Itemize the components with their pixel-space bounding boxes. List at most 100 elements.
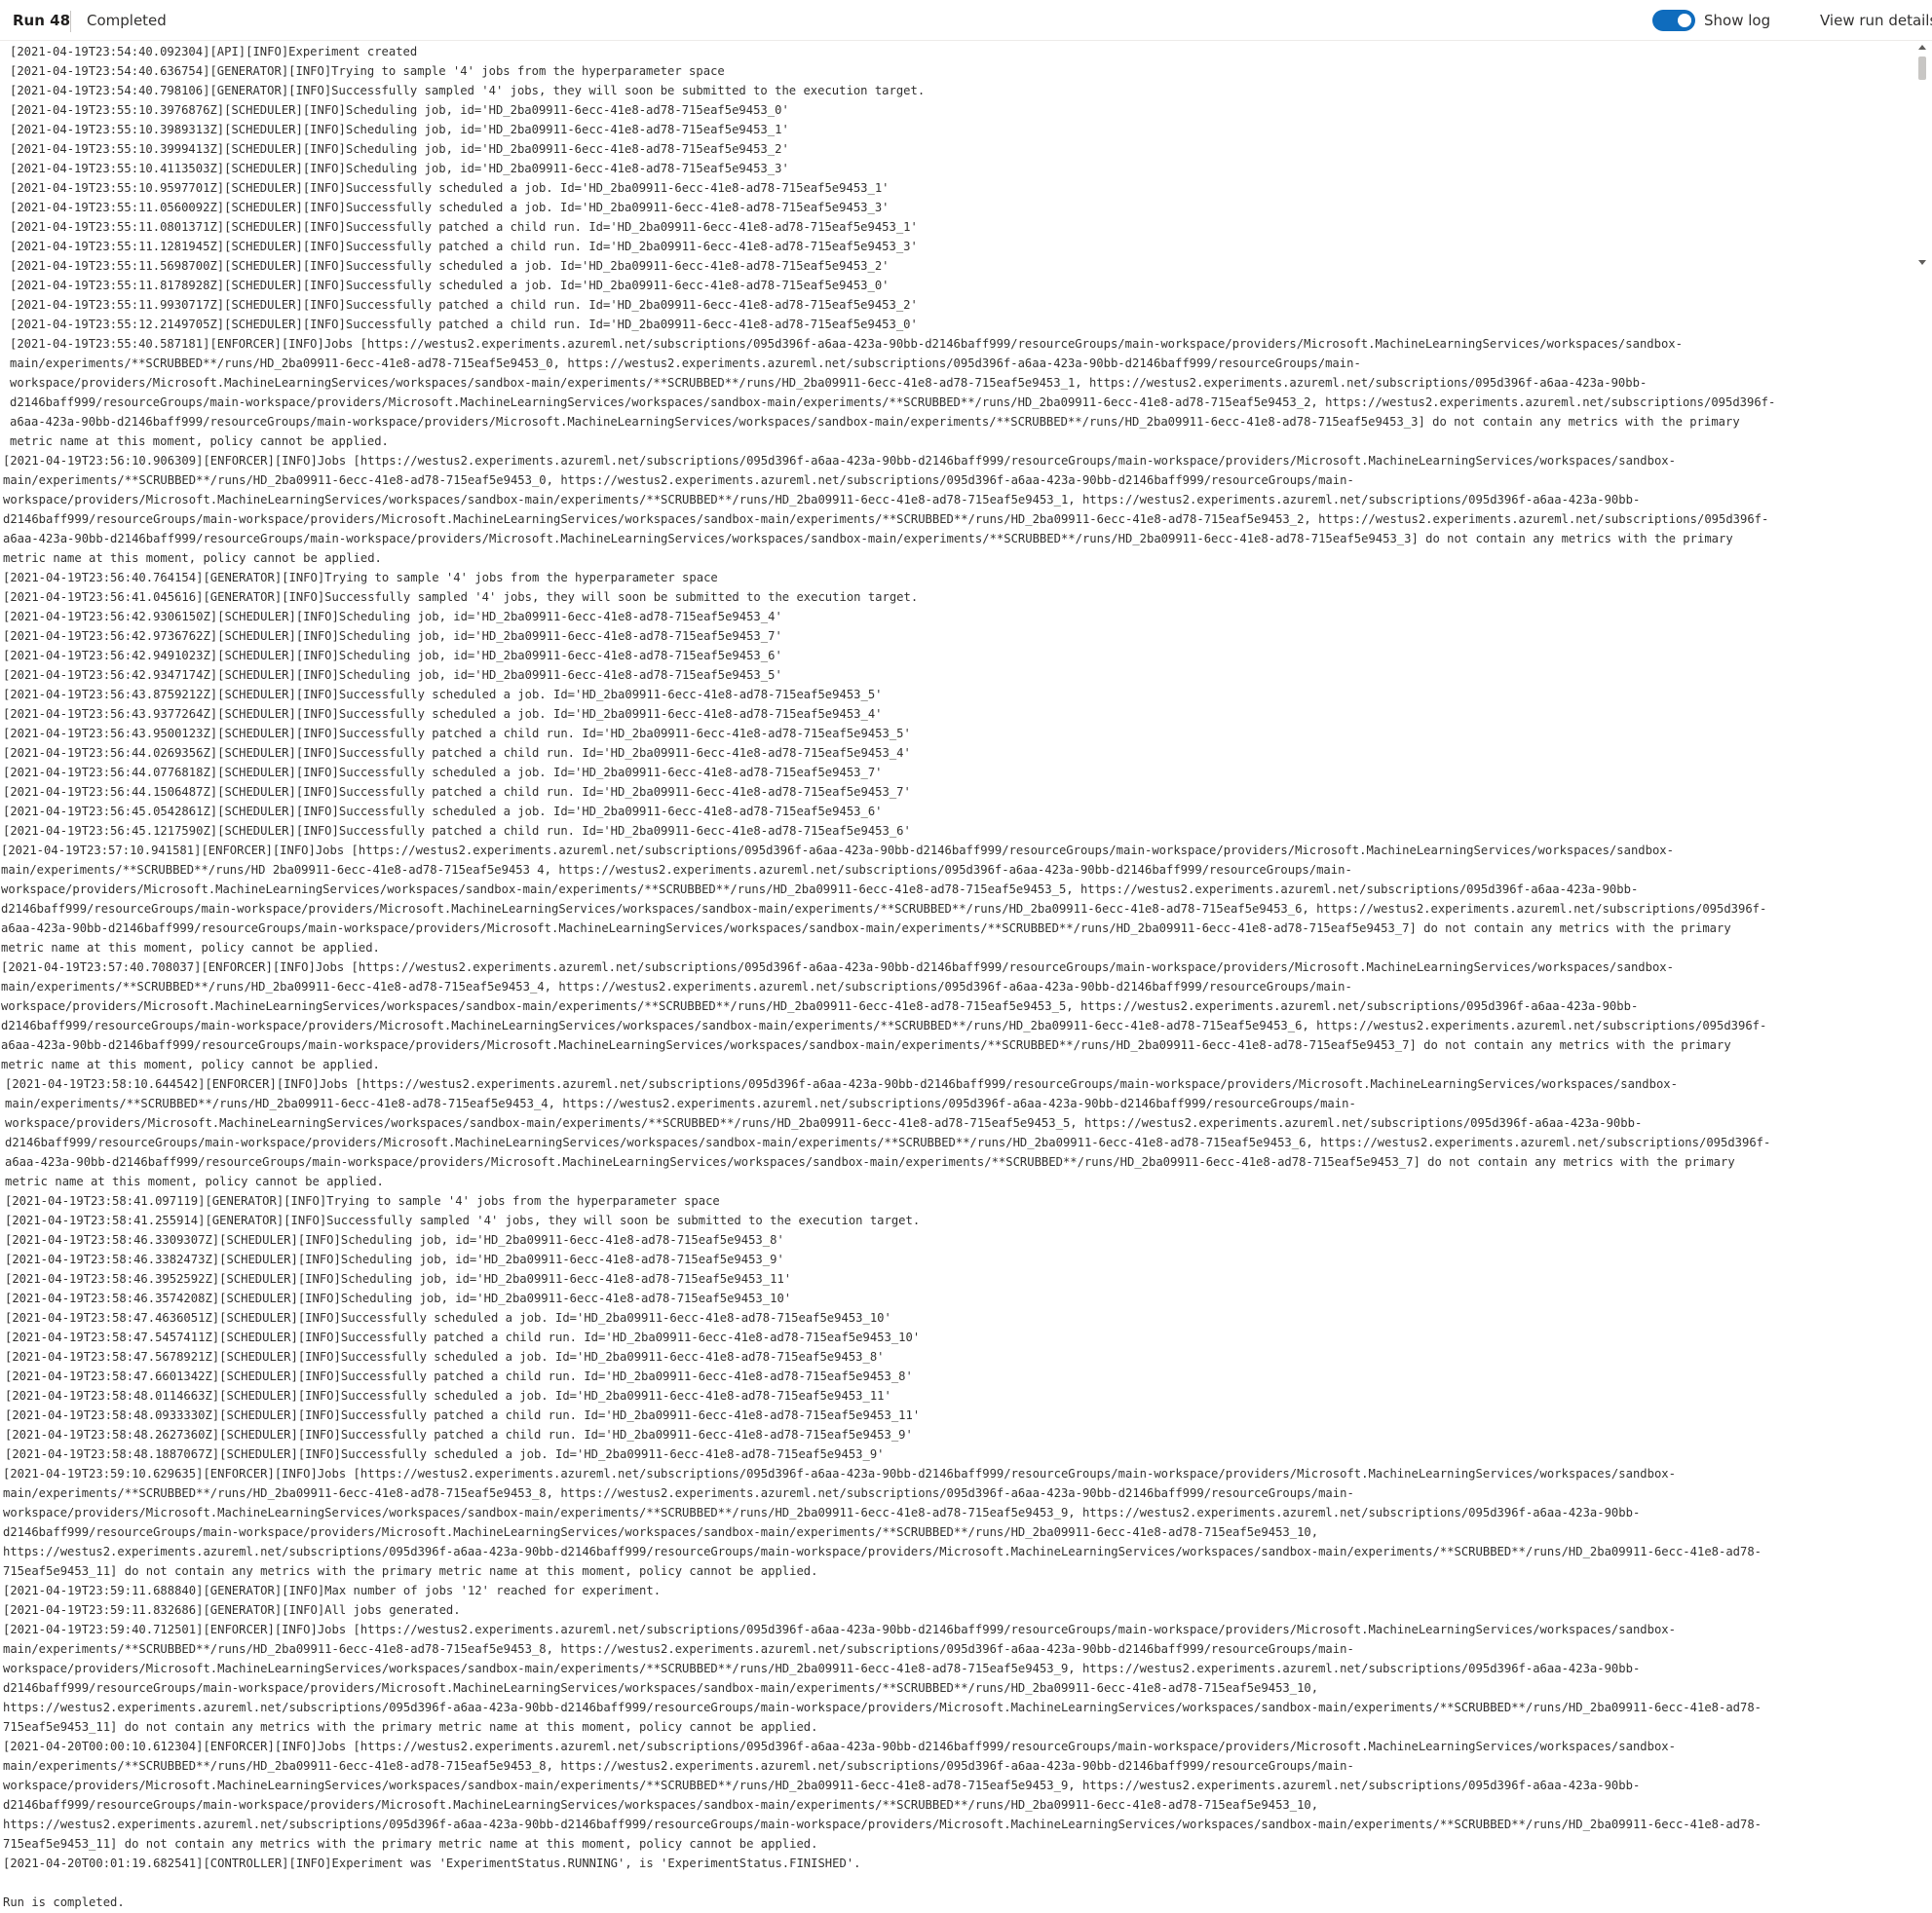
log-line: d2146baff999/resourceGroups/main-workspa… (3, 1525, 1319, 1539)
log-line: [2021-04-19T23:55:11.5698700Z][SCHEDULER… (10, 259, 890, 273)
log-line: [2021-04-19T23:57:40.708037][ENFORCER][I… (1, 960, 1674, 974)
log-line: [2021-04-19T23:56:10.906309][ENFORCER][I… (3, 454, 1676, 468)
run-title: Run 48 (13, 12, 71, 29)
log-line: [2021-04-19T23:58:46.3952592Z][SCHEDULER… (5, 1272, 792, 1286)
log-line: 715eaf5e9453_11] do not contain any metr… (3, 1720, 818, 1734)
log-line: [2021-04-19T23:54:40.636754][GENERATOR][… (10, 64, 725, 78)
log-line: [2021-04-19T23:56:41.045616][GENERATOR][… (3, 590, 919, 604)
log-line: [2021-04-19T23:56:40.764154][GENERATOR][… (3, 571, 718, 584)
show-log-label: Show log (1704, 12, 1771, 29)
log-line: [2021-04-19T23:58:47.6601342Z][SCHEDULER… (5, 1369, 913, 1383)
log-line: main/experiments/**SCRUBBED**/runs/HD_2b… (5, 1097, 1356, 1110)
log-line: [2021-04-19T23:58:48.0114663Z][SCHEDULER… (5, 1389, 891, 1403)
log-line: [2021-04-19T23:56:43.9500123Z][SCHEDULER… (3, 727, 911, 740)
log-line: [2021-04-19T23:58:10.644542][ENFORCER][I… (5, 1077, 1678, 1091)
log-line: d2146baff999/resourceGroups/main-workspa… (10, 395, 1776, 409)
log-line: [2021-04-19T23:55:11.0560092Z][SCHEDULER… (10, 201, 890, 214)
log-line: [2021-04-19T23:54:40.798106][GENERATOR][… (10, 84, 926, 97)
log-line: [2021-04-19T23:58:46.3382473Z][SCHEDULER… (5, 1253, 784, 1266)
log-line: d2146baff999/resourceGroups/main-workspa… (3, 1798, 1319, 1812)
log-panel[interactable]: [2021-04-19T23:54:40.092304][API][INFO]E… (0, 42, 1932, 1913)
log-line: https://westus2.experiments.azureml.net/… (3, 1545, 1762, 1558)
log-line: [2021-04-19T23:58:47.5457411Z][SCHEDULER… (5, 1331, 921, 1344)
toggle-knob (1678, 14, 1691, 27)
log-line: workspace/providers/Microsoft.MachineLea… (1, 999, 1639, 1013)
log-line: main/experiments/**SCRUBBED**/runs/HD_2b… (10, 356, 1361, 370)
log-line: [2021-04-19T23:58:48.2627360Z][SCHEDULER… (5, 1428, 913, 1442)
log-line: [2021-04-19T23:58:41.097119][GENERATOR][… (5, 1194, 720, 1208)
log-line: workspace/providers/Microsoft.MachineLea… (10, 376, 1648, 390)
log-line: [2021-04-19T23:55:10.3989313Z][SCHEDULER… (10, 123, 789, 136)
header-divider (70, 11, 71, 32)
log-line: [2021-04-20T00:00:10.612304][ENFORCER][I… (3, 1740, 1676, 1753)
log-line: [2021-04-19T23:58:48.1887067Z][SCHEDULER… (5, 1447, 885, 1461)
log-lines: [2021-04-19T23:54:40.092304][API][INFO]E… (0, 42, 1932, 1912)
log-line: [2021-04-19T23:56:42.9306150Z][SCHEDULER… (3, 610, 782, 623)
log-line: [2021-04-19T23:56:45.0542861Z][SCHEDULER… (3, 805, 883, 818)
log-line: [2021-04-19T23:54:40.092304][API][INFO]E… (10, 45, 418, 58)
log-line: d2146baff999/resourceGroups/main-workspa… (3, 512, 1769, 526)
log-line: [2021-04-19T23:58:46.3574208Z][SCHEDULER… (5, 1292, 792, 1305)
log-line: [2021-04-19T23:56:42.9347174Z][SCHEDULER… (3, 668, 782, 682)
log-line: 715eaf5e9453_11] do not contain any metr… (3, 1837, 818, 1851)
log-scrollbar[interactable] (1915, 45, 1929, 265)
log-line: [2021-04-19T23:55:10.3999413Z][SCHEDULER… (10, 142, 789, 156)
log-line: [2021-04-19T23:56:45.1217590Z][SCHEDULER… (3, 824, 911, 838)
log-line: metric name at this moment, policy canno… (1, 941, 380, 955)
log-line: [2021-04-19T23:58:41.255914][GENERATOR][… (5, 1214, 921, 1227)
log-line: [2021-04-19T23:58:47.5678921Z][SCHEDULER… (5, 1350, 885, 1364)
log-line: d2146baff999/resourceGroups/main-workspa… (3, 1681, 1319, 1695)
log-line: workspace/providers/Microsoft.MachineLea… (1, 882, 1639, 896)
log-line: [2021-04-19T23:55:11.1281945Z][SCHEDULER… (10, 240, 918, 253)
log-line: [2021-04-19T23:59:11.688840][GENERATOR][… (3, 1584, 662, 1597)
log-line: metric name at this moment, policy canno… (10, 434, 389, 448)
log-line: [2021-04-19T23:58:46.3309307Z][SCHEDULER… (5, 1233, 784, 1247)
log-line: d2146baff999/resourceGroups/main-workspa… (1, 1019, 1767, 1032)
log-line: workspace/providers/Microsoft.MachineLea… (3, 1779, 1641, 1792)
log-line: [2021-04-19T23:56:44.0269356Z][SCHEDULER… (3, 746, 911, 760)
log-line: [2021-04-19T23:55:12.2149705Z][SCHEDULER… (10, 318, 918, 331)
view-run-details-link[interactable]: View run details (1820, 12, 1932, 29)
scroll-up-arrow-icon[interactable] (1918, 45, 1926, 50)
log-line: a6aa-423a-90bb-d2146baff999/resourceGrou… (1, 1038, 1731, 1052)
log-line: metric name at this moment, policy canno… (5, 1175, 384, 1188)
log-line: [2021-04-19T23:55:10.3976876Z][SCHEDULER… (10, 103, 789, 117)
log-line: main/experiments/**SCRUBBED**/runs/HD_2b… (3, 1486, 1354, 1500)
log-line: [2021-04-19T23:55:10.9597701Z][SCHEDULER… (10, 181, 890, 195)
log-line: workspace/providers/Microsoft.MachineLea… (5, 1116, 1643, 1130)
log-line: a6aa-423a-90bb-d2146baff999/resourceGrou… (3, 532, 1733, 545)
log-line: [2021-04-19T23:55:10.4113503Z][SCHEDULER… (10, 162, 789, 175)
log-line: [2021-04-19T23:56:44.0776818Z][SCHEDULER… (3, 766, 883, 779)
log-line: [2021-04-19T23:55:11.9930717Z][SCHEDULER… (10, 298, 918, 312)
log-line: 715eaf5e9453_11] do not contain any metr… (3, 1564, 818, 1578)
log-line: [2021-04-19T23:59:10.629635][ENFORCER][I… (3, 1467, 1676, 1481)
log-line: Run is completed. (3, 1895, 125, 1909)
log-line: [2021-04-19T23:59:40.712501][ENFORCER][I… (3, 1623, 1676, 1636)
log-line: [2021-04-19T23:55:11.0801371Z][SCHEDULER… (10, 220, 918, 234)
log-line: a6aa-423a-90bb-d2146baff999/resourceGrou… (1, 921, 1731, 935)
scroll-thumb[interactable] (1918, 56, 1926, 80)
log-line: [2021-04-19T23:55:11.8178928Z][SCHEDULER… (10, 279, 890, 292)
log-line: main/experiments/**SCRUBBED**/runs/HD_2b… (1, 980, 1352, 994)
log-line: [2021-04-19T23:56:43.9377264Z][SCHEDULER… (3, 707, 883, 721)
log-line: d2146baff999/resourceGroups/main-workspa… (1, 902, 1767, 916)
run-header: Run 48 Completed Show log View run detai… (0, 0, 1932, 41)
log-line: main/experiments/**SCRUBBED**/runs/HD_2b… (3, 473, 1354, 487)
log-line: d2146baff999/resourceGroups/main-workspa… (5, 1136, 1771, 1149)
log-line: [2021-04-19T23:56:42.9736762Z][SCHEDULER… (3, 629, 782, 643)
log-line: https://westus2.experiments.azureml.net/… (3, 1701, 1762, 1714)
log-line: workspace/providers/Microsoft.MachineLea… (3, 1662, 1641, 1675)
log-line: [2021-04-19T23:56:42.9491023Z][SCHEDULER… (3, 649, 782, 662)
log-line: workspace/providers/Microsoft.MachineLea… (3, 493, 1641, 506)
log-line: [2021-04-19T23:57:10.941581][ENFORCER][I… (1, 844, 1674, 857)
log-line: a6aa-423a-90bb-d2146baff999/resourceGrou… (10, 415, 1740, 429)
log-line: [2021-04-19T23:58:48.0933330Z][SCHEDULER… (5, 1408, 921, 1422)
log-line: [2021-04-19T23:59:11.832686][GENERATOR][… (3, 1603, 461, 1617)
scroll-down-arrow-icon[interactable] (1918, 260, 1926, 265)
show-log-toggle[interactable] (1652, 10, 1695, 31)
log-line: [2021-04-19T23:56:44.1506487Z][SCHEDULER… (3, 785, 911, 799)
log-line: workspace/providers/Microsoft.MachineLea… (3, 1506, 1641, 1519)
run-status: Completed (87, 12, 167, 29)
log-line: [2021-04-19T23:56:43.8759212Z][SCHEDULER… (3, 688, 883, 701)
